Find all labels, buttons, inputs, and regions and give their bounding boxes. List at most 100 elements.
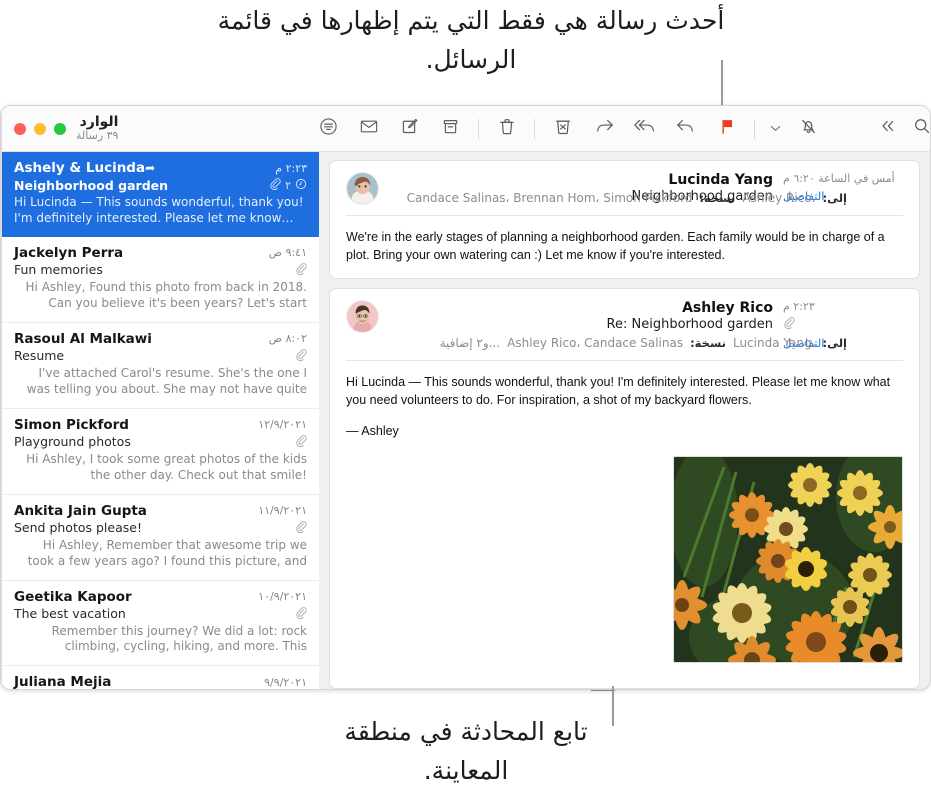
message-from: Lucinda Yang [668, 172, 773, 188]
cc-label: نسخة: [699, 191, 736, 205]
minimize-button[interactable] [34, 122, 46, 135]
message-list-item[interactable]: Ankita Jain Gupta ١١/٩/٢٠٢١ Send photos … [2, 495, 319, 581]
zoom-button[interactable] [54, 122, 66, 135]
avatar [346, 172, 379, 205]
message-body: We're in the early stages of planning a … [346, 230, 885, 263]
reply-button[interactable] [665, 114, 706, 144]
delete-button[interactable] [486, 114, 527, 144]
mail-app-window: الوارد ٣٩ رسالة Ashely & Lucinda ➦ ٢:٢٣ … [0, 105, 931, 690]
message-preview: Hi Ashley, Found this photo from back in… [25, 279, 307, 310]
reply-all-icon [633, 117, 657, 140]
to-label: إلى: [822, 336, 848, 351]
message-badges [295, 434, 307, 450]
message-date: ٢:٢٣ م [275, 161, 307, 175]
message-list-item[interactable]: Rasoul Al Malkawi ٨:٠٢ ص Resume I've att… [2, 323, 319, 409]
cc-more[interactable]: و٢ إضافية... [440, 336, 501, 350]
mute-options-button[interactable] [762, 114, 788, 144]
message-date: ٩:٤١ ص [268, 246, 307, 260]
message-sender: Geetika Kapoor [14, 588, 132, 605]
window-controls[interactable] [14, 122, 66, 135]
archive-button[interactable] [430, 114, 471, 144]
message-date: أمس في الساعة ٦:٢٠ م [783, 172, 895, 185]
message-badges [295, 520, 307, 536]
message-preview: Remember this journey? We did a lot: roc… [51, 623, 307, 654]
message-preview: I've attached Carol's resume. She's the … [26, 365, 307, 396]
message-sender: Ankita Jain Gupta [14, 502, 147, 519]
mailbox-message-count: ٣٩ رسالة [76, 129, 119, 143]
message-list-item[interactable]: Jackelyn Perra ٩:٤١ ص Fun memories Hi As… [2, 237, 319, 323]
message-date: ١٢/٩/٢٠٢١ [258, 418, 307, 432]
new-message-button[interactable] [348, 114, 389, 144]
cc-names: Ashley Rico، Candace Salinas [507, 336, 684, 351]
message-list-item[interactable]: Simon Pickford ١٢/٩/٢٠٢١ Playground phot… [2, 409, 319, 495]
message-date: ٨:٠٢ ص [268, 332, 307, 346]
attachment-icon [295, 520, 307, 536]
message-list-item[interactable]: Juliana Mejia ٩/٩/٢٠٢١ New hiking trail … [2, 666, 319, 689]
cc-names: Candace Salinas، Brennan Hom، Simon Pick… [406, 191, 693, 205]
toolbar-divider-2 [534, 118, 535, 139]
message-subject: Send photos please! [14, 520, 142, 536]
to-names: Ashley Rico، [742, 191, 816, 205]
message-sender: Juliana Mejia [14, 674, 112, 689]
header-divider [346, 215, 903, 216]
close-button[interactable] [14, 122, 26, 135]
message-badges [295, 262, 307, 278]
message-badges [295, 348, 307, 364]
bell-slash-icon [799, 117, 818, 141]
to-label: إلى: [822, 191, 848, 205]
message-preview: Hi Ashley, I took some great photos of t… [26, 451, 307, 482]
header-divider [346, 360, 903, 362]
thread-count: ٢ [285, 179, 291, 192]
reply-all-button[interactable] [624, 114, 665, 144]
message-sender: Jackelyn Perra [14, 244, 124, 261]
preview-pane: Lucinda Yang Neighborhood garden أمس في … [319, 152, 930, 689]
junk-bin-icon [554, 117, 572, 141]
flower-photo-image [674, 456, 902, 662]
trash-icon [498, 117, 516, 141]
callout-bottom-leader-line [612, 686, 614, 726]
search-button[interactable] [901, 114, 931, 144]
message-badges: ٢ [269, 177, 307, 193]
reply-icon [675, 117, 697, 140]
attachment-icon [295, 348, 307, 364]
message-subject: Resume [14, 348, 65, 364]
replied-arrow-icon: ➦ [145, 161, 156, 175]
junk-button[interactable] [542, 114, 583, 144]
to-names: Lucinda Yang، [732, 336, 816, 351]
attachment-icon [269, 177, 281, 193]
compose-button[interactable] [389, 114, 430, 144]
message-subject: Fun memories [14, 262, 103, 278]
message-from: Ashley Rico [682, 300, 773, 317]
cc-label: نسخة: [690, 336, 726, 351]
sort-filter-button[interactable] [319, 117, 338, 141]
forward-button[interactable] [583, 114, 624, 144]
message-preview: Hi Ashley, Remember that awesome trip we… [27, 537, 307, 568]
message-date: ١١/٩/٢٠٢١ [258, 504, 307, 518]
callout-top-text: أحدث رسالة هي فقط التي يتم إظهارها في قا… [217, 6, 725, 74]
message-badges [295, 606, 307, 622]
message-body: Hi Lucinda — This sounds wonderful, than… [346, 375, 891, 408]
message-signature: — Ashley [346, 423, 399, 438]
message-sender: Rasoul Al Malkawi [14, 330, 152, 347]
attachment-icon [783, 316, 795, 332]
conversation-message-card[interactable]: Ashley Rico Re: Neighborhood garden ٢:٢٣… [329, 288, 920, 689]
message-list-item[interactable]: Geetika Kapoor ١٠/٩/٢٠٢١ The best vacati… [2, 581, 319, 667]
attachment-icon [295, 262, 307, 278]
conversation-message-card[interactable]: Lucinda Yang Neighborhood garden أمس في … [329, 160, 920, 280]
mute-button[interactable] [788, 114, 829, 144]
toolbar-divider [754, 118, 755, 139]
search-icon [913, 117, 931, 140]
thread-count-icon [295, 178, 307, 193]
forward-icon [593, 117, 615, 140]
chevrons-left-icon [879, 118, 897, 139]
attachment-icon [295, 606, 307, 622]
message-sender: Ashely & Lucinda [14, 160, 146, 176]
message-list-item[interactable]: Ashely & Lucinda ➦ ٢:٢٣ م Neighborhood g… [2, 152, 319, 237]
collapse-sidebar-button[interactable] [875, 114, 901, 144]
message-list[interactable]: Ashely & Lucinda ➦ ٢:٢٣ م Neighborhood g… [1, 152, 319, 689]
message-date: ١٠/٩/٢٠٢١ [258, 590, 307, 604]
toolbar-divider-3 [478, 118, 479, 139]
photo-attachment[interactable] [673, 455, 903, 663]
mailbox-name: الوارد [79, 114, 119, 131]
flag-button[interactable] [706, 114, 747, 144]
